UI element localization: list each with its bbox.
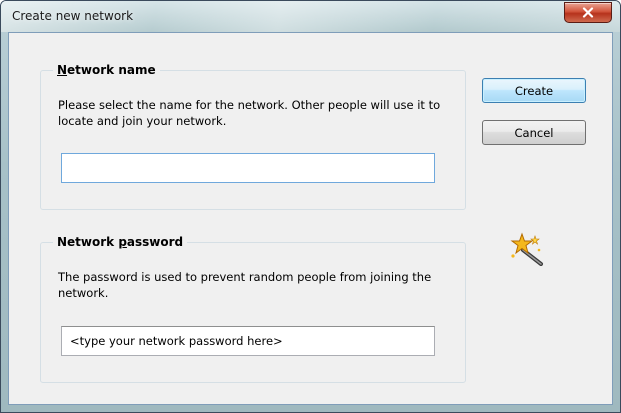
dialog-client-area: Network name Please select the name for … <box>8 32 613 405</box>
network-name-legend: Network name <box>53 63 160 77</box>
dialog-window: Create new network Network name Please s… <box>0 0 621 413</box>
window-title: Create new network <box>12 9 134 23</box>
network-password-input[interactable] <box>61 326 435 356</box>
title-bar[interactable]: Create new network <box>1 1 620 32</box>
create-button[interactable]: Create <box>482 78 586 103</box>
network-name-description: Please select the name for the network. … <box>58 98 441 128</box>
network-name-input[interactable] <box>61 153 435 183</box>
network-password-description: The password is used to prevent random p… <box>58 270 432 300</box>
network-password-group: Network password The password is used to… <box>40 235 466 383</box>
cancel-button[interactable]: Cancel <box>482 120 586 145</box>
close-button[interactable] <box>564 2 612 23</box>
network-password-legend: Network password <box>53 235 188 249</box>
network-name-group: Network name Please select the name for … <box>40 63 466 210</box>
magic-wand-icon <box>510 232 543 266</box>
close-icon <box>582 7 594 18</box>
